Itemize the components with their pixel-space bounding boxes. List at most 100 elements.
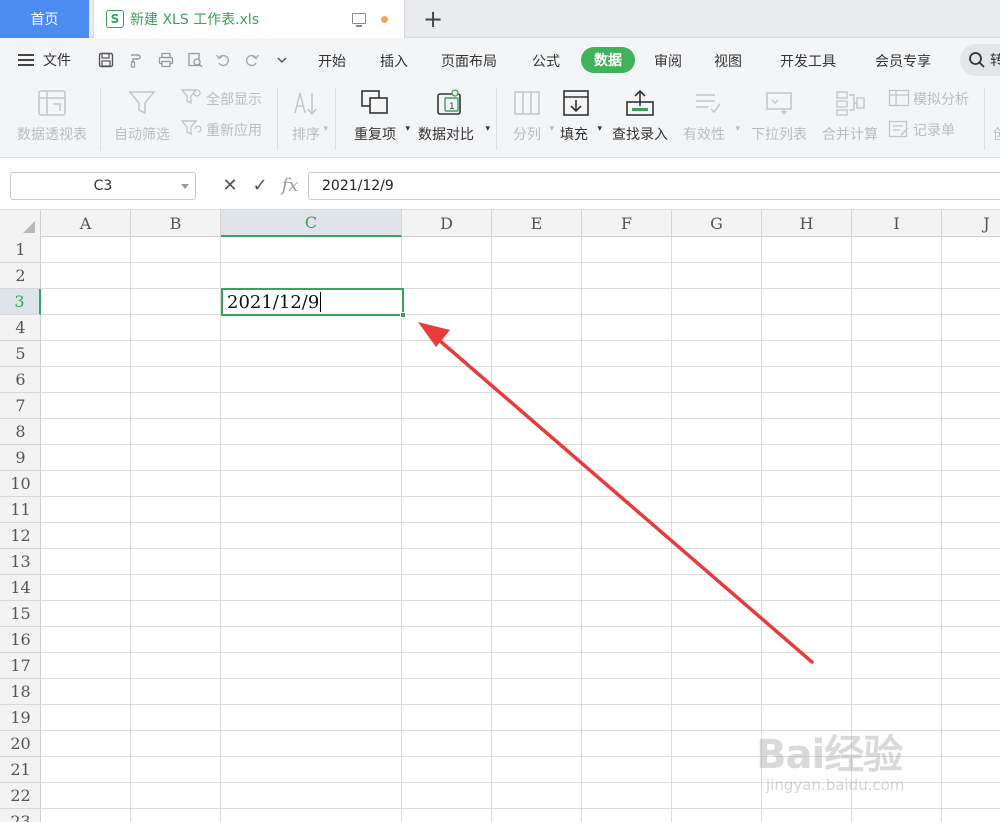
pivot-table-button[interactable]: 数据透视表 xyxy=(8,82,96,152)
column-header-e[interactable]: E xyxy=(492,210,582,237)
format-painter-icon[interactable] xyxy=(127,52,145,68)
auto-filter-button[interactable]: 自动筛选 xyxy=(108,82,176,152)
reapply-icon xyxy=(180,120,202,136)
column-header-b[interactable]: B xyxy=(131,210,221,237)
validity-label: 有效性 xyxy=(683,127,725,143)
column-header-c[interactable]: C xyxy=(221,210,402,237)
row-header-15[interactable]: 15 xyxy=(0,601,41,627)
name-box[interactable]: C3 xyxy=(10,172,196,200)
column-header-i[interactable]: I xyxy=(852,210,942,237)
confirm-edit-icon[interactable]: ✓ xyxy=(249,173,271,197)
name-box-dropdown-icon[interactable] xyxy=(181,184,189,189)
menu-review[interactable]: 审阅 xyxy=(654,51,682,71)
row-header-11[interactable]: 11 xyxy=(0,497,41,523)
row-header-2[interactable]: 2 xyxy=(0,263,41,289)
column-header-j[interactable]: J xyxy=(942,210,1000,237)
insert-function-icon[interactable]: fx xyxy=(278,172,302,198)
grid-line xyxy=(41,730,1000,731)
active-cell-c3[interactable]: 2021/12/9 xyxy=(221,288,406,318)
customize-toolbar-icon[interactable] xyxy=(273,52,291,68)
sort-button[interactable]: 排序 ▾ xyxy=(282,82,330,152)
file-menu-label: 文件 xyxy=(43,53,71,69)
row-header-19[interactable]: 19 xyxy=(0,705,41,731)
duplicates-button[interactable]: 重复项 ▾ xyxy=(344,82,410,152)
column-header-f[interactable]: F xyxy=(582,210,672,237)
lookup-entry-button[interactable]: 查找录入 xyxy=(608,82,672,152)
monitor-icon[interactable] xyxy=(352,13,366,27)
consolidate-button[interactable]: 合并计算 xyxy=(818,82,882,152)
column-header-h[interactable]: H xyxy=(762,210,852,237)
menu-view[interactable]: 视图 xyxy=(714,51,742,71)
fill-button[interactable]: 填充 ▾ xyxy=(556,82,602,152)
whatif-icon xyxy=(888,89,910,107)
print-icon[interactable] xyxy=(157,52,175,68)
data-compare-button[interactable]: 1 数据对比 ▾ xyxy=(414,82,490,152)
ribbon-overflow-button[interactable]: 创 xyxy=(990,82,1000,152)
row-header-17[interactable]: 17 xyxy=(0,653,41,679)
row-header-16[interactable]: 16 xyxy=(0,627,41,653)
search-text: 转 xyxy=(990,53,1000,69)
row-header-1[interactable]: 1 xyxy=(0,237,41,263)
show-all-button[interactable]: 全部显示 xyxy=(180,88,270,110)
validity-button[interactable]: 有效性 ▾ xyxy=(680,82,740,152)
menu-start[interactable]: 开始 xyxy=(318,51,346,71)
row-header-18[interactable]: 18 xyxy=(0,679,41,705)
grid-line xyxy=(41,366,1000,367)
select-all-corner[interactable] xyxy=(0,210,41,237)
row-header-13[interactable]: 13 xyxy=(0,549,41,575)
menu-page-layout[interactable]: 页面布局 xyxy=(441,51,497,71)
row-header-14[interactable]: 14 xyxy=(0,575,41,601)
split-column-button[interactable]: 分列 ▾ xyxy=(504,82,554,152)
menu-developer[interactable]: 开发工具 xyxy=(780,51,836,71)
cell-area[interactable]: 2021/12/9 xyxy=(41,237,1000,822)
row-header-3[interactable]: 3 xyxy=(0,289,41,315)
whatif-analysis-button[interactable]: 模拟分析 xyxy=(888,88,988,110)
row-header-12[interactable]: 12 xyxy=(0,523,41,549)
row-header-21[interactable]: 21 xyxy=(0,757,41,783)
new-tab-button[interactable]: + xyxy=(420,5,446,33)
menu-data[interactable]: 数据 xyxy=(581,47,635,73)
file-menu[interactable]: 文件 xyxy=(18,38,71,82)
column-header-d[interactable]: D xyxy=(402,210,492,237)
record-form-button[interactable]: 记录单 xyxy=(888,119,988,141)
grid-line xyxy=(671,237,672,822)
redo-icon[interactable] xyxy=(243,52,261,68)
fill-handle[interactable] xyxy=(400,312,406,318)
save-icon[interactable] xyxy=(97,52,115,68)
grid-line xyxy=(41,756,1000,757)
record-form-label: 记录单 xyxy=(913,123,955,139)
print-preview-icon[interactable] xyxy=(186,52,204,68)
row-header-7[interactable]: 7 xyxy=(0,393,41,419)
tab-home[interactable]: 首页 xyxy=(0,0,89,38)
row-header-22[interactable]: 22 xyxy=(0,783,41,809)
validity-icon xyxy=(696,94,721,114)
grid-line xyxy=(41,548,1000,549)
row-header-8[interactable]: 8 xyxy=(0,419,41,445)
grid-line xyxy=(41,340,1000,341)
search-box[interactable]: 转 xyxy=(960,44,1000,76)
column-header-g[interactable]: G xyxy=(672,210,762,237)
row-header-5[interactable]: 5 xyxy=(0,341,41,367)
formula-input[interactable]: 2021/12/9 xyxy=(308,172,1000,200)
grid-line xyxy=(41,652,1000,653)
pivot-table-label: 数据透视表 xyxy=(17,127,87,143)
fill-dropdown-icon: ▾ xyxy=(597,124,602,134)
reapply-button[interactable]: 重新应用 xyxy=(180,119,270,141)
dropdown-list-button[interactable]: 下拉列表 xyxy=(748,82,810,152)
row-header-4[interactable]: 4 xyxy=(0,315,41,341)
lookup-entry-label: 查找录入 xyxy=(612,127,668,143)
tab-document[interactable]: S 新建 XLS 工作表.xls xyxy=(93,0,405,38)
undo-icon[interactable] xyxy=(214,52,232,68)
row-header-10[interactable]: 10 xyxy=(0,471,41,497)
row-header-23[interactable]: 23 xyxy=(0,809,41,822)
svg-text:1: 1 xyxy=(449,102,455,112)
row-header-9[interactable]: 9 xyxy=(0,445,41,471)
row-header-6[interactable]: 6 xyxy=(0,367,41,393)
menu-member[interactable]: 会员专享 xyxy=(875,51,931,71)
row-header-20[interactable]: 20 xyxy=(0,731,41,757)
grid-line xyxy=(220,237,221,822)
cancel-edit-icon[interactable]: ✕ xyxy=(219,173,241,197)
menu-insert[interactable]: 插入 xyxy=(380,51,408,71)
menu-formula[interactable]: 公式 xyxy=(532,51,560,71)
column-header-a[interactable]: A xyxy=(41,210,131,237)
